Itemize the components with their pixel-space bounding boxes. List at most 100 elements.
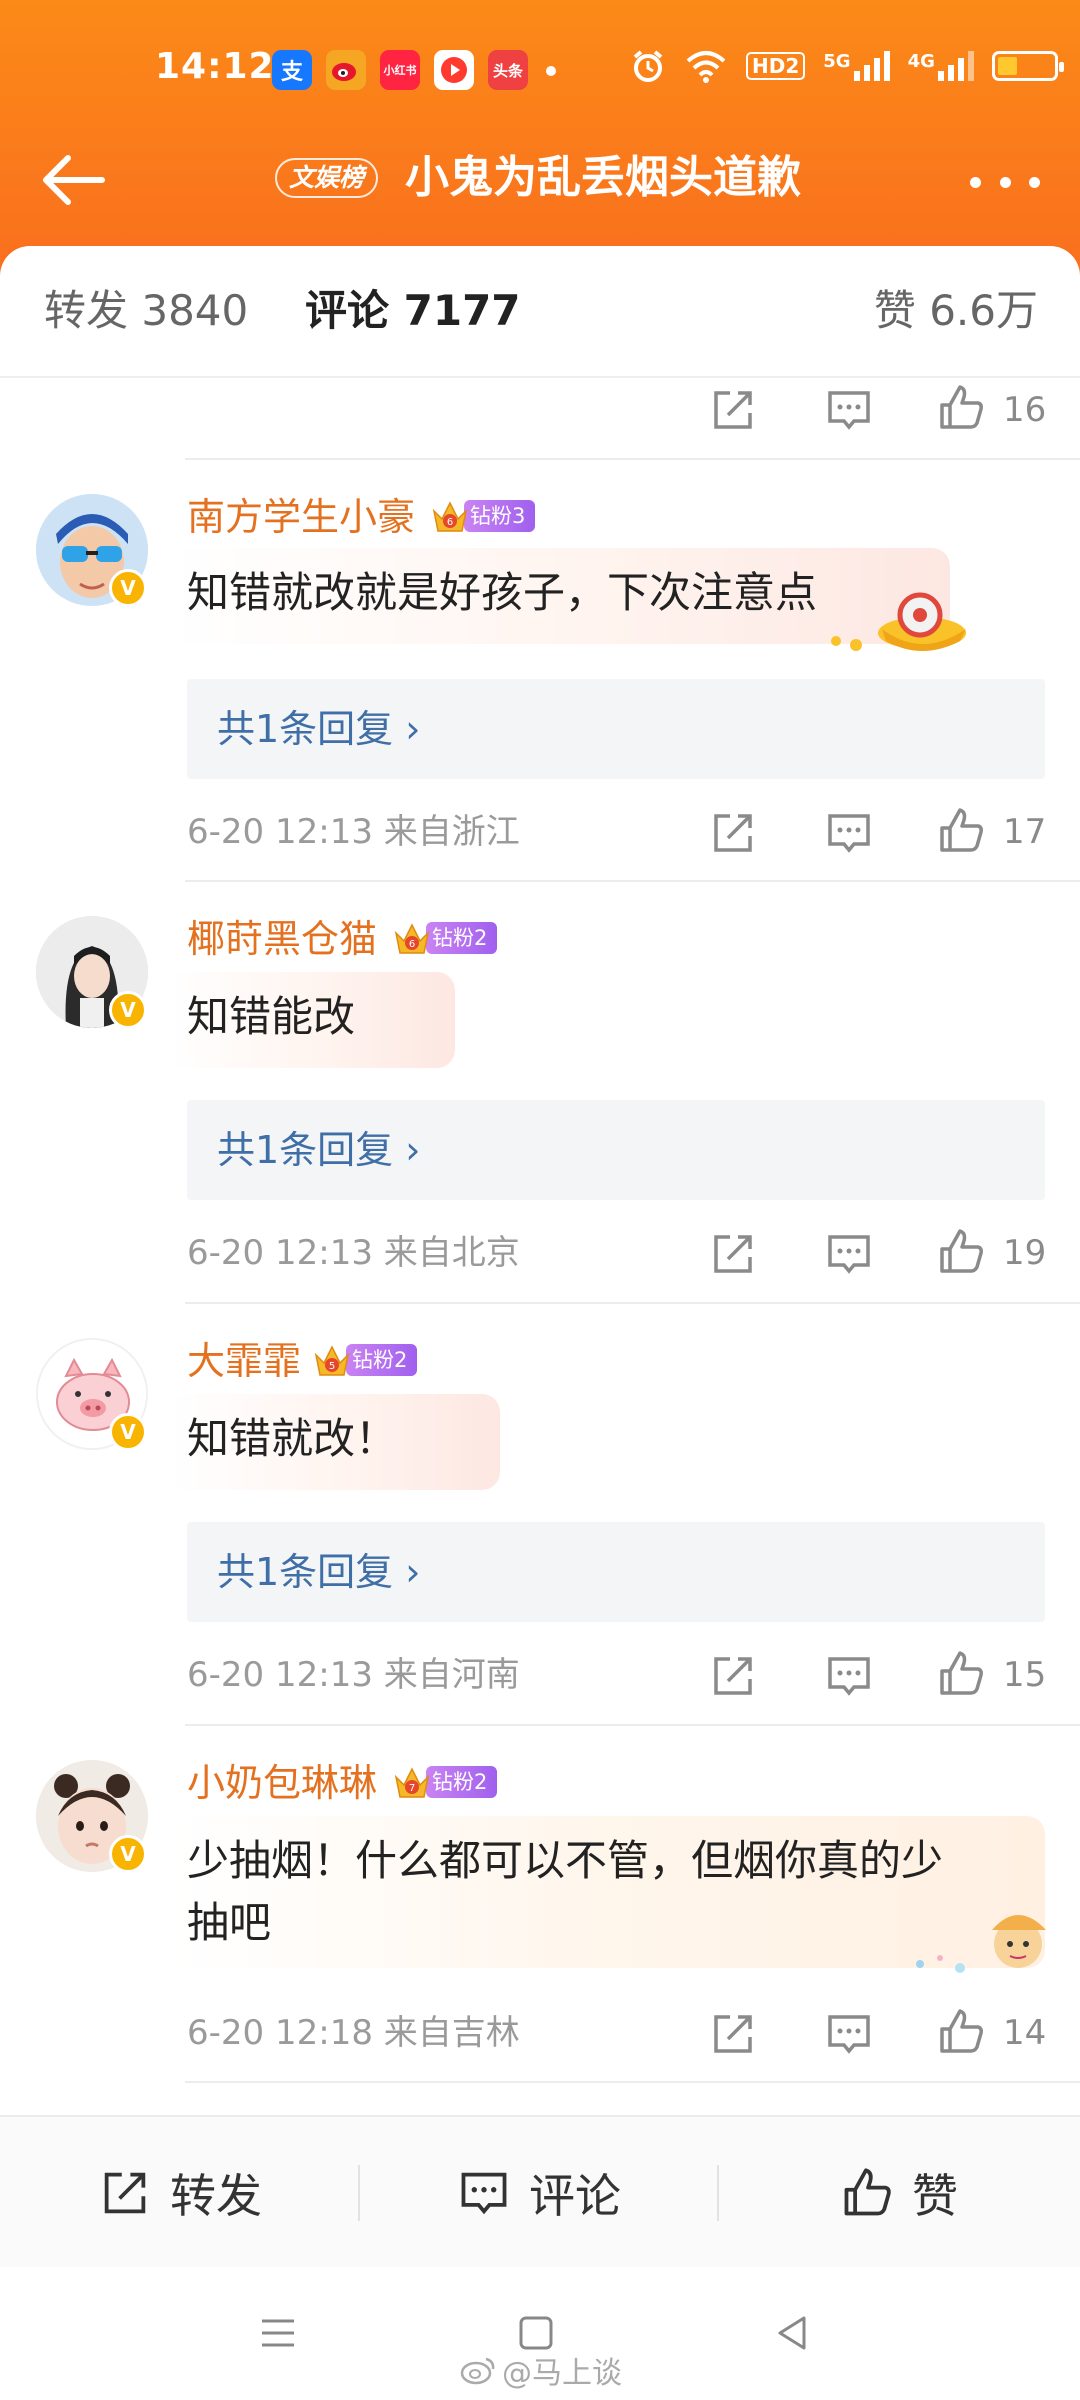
comment-separator <box>185 880 1080 882</box>
share-icon[interactable] <box>708 385 758 435</box>
like-icon <box>844 2168 891 2216</box>
svg-text:5: 5 <box>329 1361 335 1372</box>
fan-badge: 6 钻粉3 <box>430 497 536 535</box>
tab-comment[interactable]: 评论 7177 <box>305 286 521 336</box>
reply-count-link[interactable]: 共1条回复 › <box>217 1126 420 1174</box>
repost-label: 转发 <box>170 2169 262 2223</box>
tab-like[interactable]: 赞 6.6万 <box>874 286 1038 336</box>
comment-separator <box>185 2081 1080 2083</box>
reply-summary[interactable]: 共1条回复 › <box>187 1100 1045 1200</box>
verified-icon: V <box>109 569 147 607</box>
comment-button[interactable]: 评论 <box>457 2117 621 2269</box>
fan-badge-label: 钻粉2 <box>346 1344 418 1376</box>
username[interactable]: 南方学生小豪 <box>187 494 415 540</box>
comment-time: 6-20 12:13 <box>187 1655 373 1695</box>
comment-icon[interactable] <box>824 2009 874 2059</box>
toutiao-icon: 头条 <box>488 50 528 90</box>
share-icon[interactable] <box>708 808 758 858</box>
like-icon[interactable] <box>936 1649 986 1699</box>
comment-separator <box>185 1724 1080 1726</box>
more-button[interactable] <box>970 162 1040 202</box>
share-icon[interactable] <box>708 1651 758 1701</box>
share-icon[interactable] <box>708 2009 758 2059</box>
crown-icon: 7 <box>394 1767 430 1798</box>
bar-divider <box>358 2165 360 2221</box>
back-button[interactable] <box>38 148 118 212</box>
status-time: 14:12 <box>155 46 275 87</box>
reply-summary[interactable]: 共1条回复 › <box>187 679 1045 779</box>
like-count: 15 <box>1003 1655 1047 1695</box>
comment-meta: 6-20 12:13 来自浙江 <box>187 812 520 852</box>
comment-separator <box>185 458 1080 460</box>
repost-button[interactable]: 转发 <box>98 2117 262 2269</box>
like-icon[interactable] <box>936 2007 986 2057</box>
wifi-icon <box>686 51 726 83</box>
like-count: 16 <box>1003 390 1047 430</box>
back-arrow-icon <box>43 155 105 205</box>
more-dot-icon <box>970 176 981 188</box>
crown-icon: 6 <box>432 501 468 532</box>
verified-icon: V <box>109 1413 147 1451</box>
comment-text: 知错能改 <box>187 992 356 1041</box>
comment-separator <box>185 1302 1080 1304</box>
fan-badge: 5 钻粉2 <box>312 1341 418 1379</box>
share-icon[interactable] <box>708 1229 758 1279</box>
comment-icon[interactable] <box>824 1229 874 1279</box>
comment-time: 6-20 12:13 <box>187 812 373 852</box>
comment-icon[interactable] <box>824 385 874 435</box>
back-triangle-icon[interactable] <box>772 2313 812 2353</box>
username[interactable]: 椰莳黑仓猫 <box>187 916 377 962</box>
nav-bar: 文娱榜 小鬼为乱丢烟头道歉 <box>0 140 1080 222</box>
username[interactable]: 大霏霏 <box>187 1338 301 1384</box>
battery-icon <box>991 51 1064 81</box>
comment-text: 知错就改！ <box>187 1414 398 1463</box>
repost-icon <box>104 2172 146 2214</box>
app-root: { "status_bar": { "time": "14:12", "apps… <box>0 0 1080 2400</box>
reply-count-link[interactable]: 共1条回复 › <box>217 1548 420 1596</box>
comment-text-line-1: 少抽烟！什么都可以不管，但烟你真的少 <box>187 1836 944 1885</box>
tabs-divider <box>0 376 1080 378</box>
svg-text:6: 6 <box>409 939 415 950</box>
alipay-icon: 支 <box>272 50 312 90</box>
status-indicators: HD2 5G 4G <box>630 48 1064 84</box>
status-app-icons: 支 小红书 头条 <box>272 50 528 90</box>
comment-location: 来自吉林 <box>383 2013 520 2053</box>
hot-list-tag[interactable]: 文娱榜 <box>275 158 379 198</box>
like-icon[interactable] <box>936 1227 986 1277</box>
tab-repost[interactable]: 转发 3840 <box>44 286 248 336</box>
like-count: 17 <box>1003 812 1047 852</box>
video-app-icon <box>434 50 474 90</box>
reply-count-link[interactable]: 共1条回复 › <box>217 705 420 753</box>
reply-summary[interactable]: 共1条回复 › <box>187 1522 1045 1622</box>
svg-text:7: 7 <box>409 1783 415 1794</box>
more-dot-icon <box>1029 176 1040 188</box>
crown-icon: 5 <box>314 1345 350 1376</box>
comment-location: 来自北京 <box>383 1233 520 1273</box>
status-bar: 14:12 支 小红书 头条 HD2 5G 4G <box>0 38 1080 108</box>
tab-bar: 转发 3840 评论 7177 赞 6.6万 <box>0 246 1080 376</box>
comment-label: 评论 <box>529 2169 621 2223</box>
verified-icon: V <box>109 1835 147 1873</box>
signal-5g: 5G <box>823 51 890 81</box>
comment-meta: 6-20 12:18 来自吉林 <box>187 2013 520 2053</box>
comment-meta: 6-20 12:13 来自北京 <box>187 1233 520 1273</box>
gold-ingot-sticker-icon <box>831 592 966 651</box>
hd-indicator: HD2 <box>746 52 806 80</box>
fan-badge-label: 钻粉2 <box>426 1766 498 1798</box>
bottom-action-bar: 转发 评论 赞 <box>0 2115 1080 2267</box>
home-icon[interactable] <box>516 2313 556 2353</box>
fan-badge: 6 钻粉2 <box>392 919 498 957</box>
crown-icon: 6 <box>394 923 430 954</box>
comment-time: 6-20 12:13 <box>187 1233 373 1273</box>
comment-text: 知错就改就是好孩子，下次注意点 <box>187 568 818 617</box>
comment-location: 来自河南 <box>383 1655 520 1695</box>
comment-icon[interactable] <box>824 808 874 858</box>
like-icon[interactable] <box>936 806 986 856</box>
svg-text:6: 6 <box>447 517 453 528</box>
comment-icon <box>461 2172 507 2215</box>
like-icon[interactable] <box>936 383 986 433</box>
menu-icon[interactable] <box>258 2313 298 2353</box>
like-button[interactable]: 赞 <box>840 2117 958 2269</box>
username[interactable]: 小奶包琳琳 <box>187 1760 377 1806</box>
comment-icon[interactable] <box>824 1651 874 1701</box>
